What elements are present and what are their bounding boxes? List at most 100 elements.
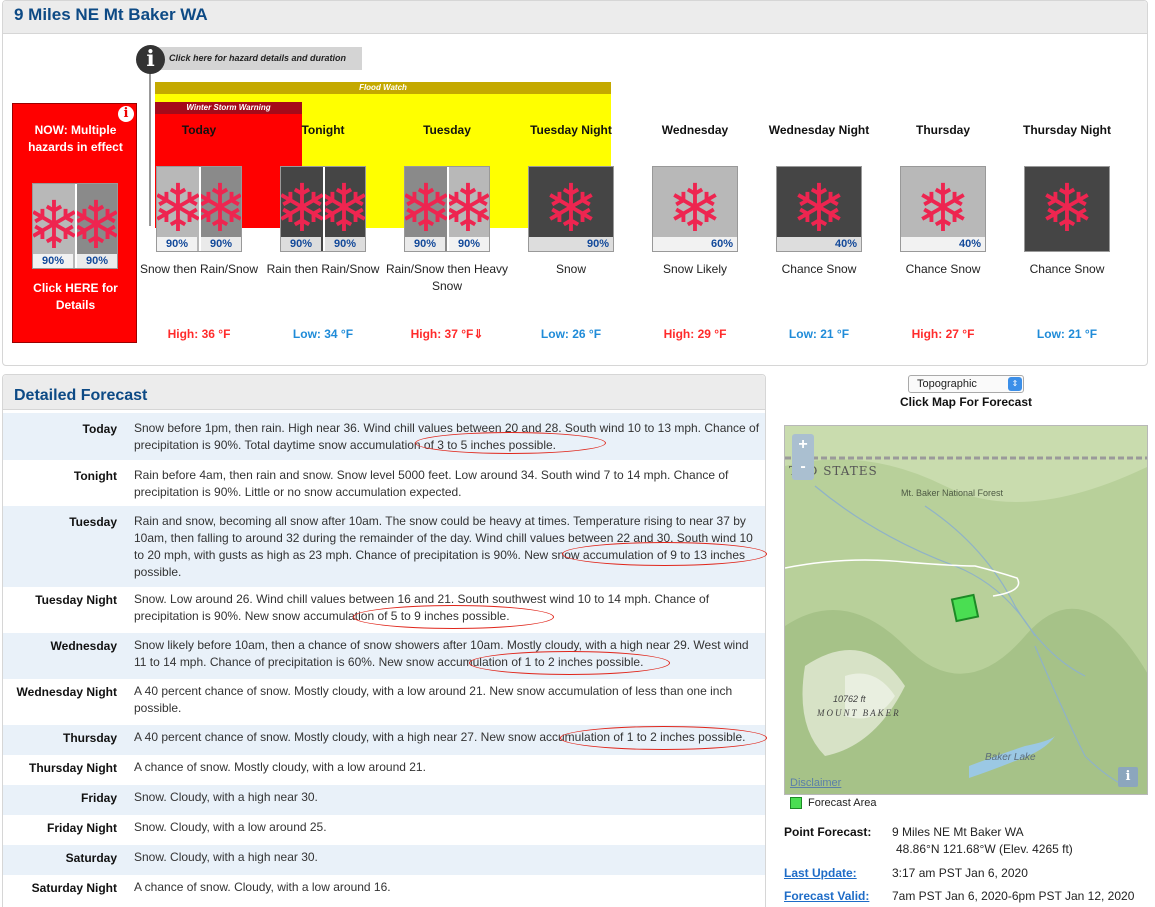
pop-left: 90% [281,237,321,251]
snow-likely-icon: ❄ 60% [652,166,738,252]
now-hazards-box[interactable]: i NOW: Multiple hazards in effect ❄ ❄ 90… [12,103,137,343]
map-disclaimer-link[interactable]: Disclaimer [790,777,841,789]
chance-snow-icon: ❄ 40% [900,166,986,252]
detailed-forecast-title: Detailed Forecast [14,387,148,404]
pop: 40% [777,237,861,251]
period-icon[interactable]: ❄ ❄ 90% 90% [280,166,366,252]
detail-row: Saturday Snow. Cloudy, with a high near … [3,845,765,875]
period-icon[interactable]: ❄ 60% [652,166,738,252]
pop-right: 90% [77,254,117,268]
period-icon[interactable]: ❄ ❄ 90% 90% [404,166,490,252]
info-icon[interactable]: i [1118,767,1138,787]
now-hazards-title[interactable]: NOW: Multiple hazards in effect [23,122,128,156]
detail-row: Today Snow before 1pm, then rain. High n… [3,413,765,460]
forecast-map[interactable]: TED STATES Mt. Baker National Forest 107… [784,425,1148,795]
chance-snow-icon: ❄ [1024,166,1110,252]
period-desc: Chance Snow [781,262,857,276]
period-name: Tuesday [423,123,471,137]
period-temp: Low: 21 °F [1036,327,1098,341]
info-icon[interactable]: i [136,45,165,74]
detail-label: Tuesday Night [35,593,117,607]
detail-text: A chance of snow. Cloudy, with a low aro… [134,880,391,894]
forecast-area-swatch [790,797,802,809]
period-temp: High: 36 °F [167,327,231,341]
map-zoom-control: + - [792,434,814,480]
forecast-valid-link[interactable]: Forecast Valid: [784,888,869,904]
pop: 40% [901,237,985,251]
map-terrain[interactable]: TED STATES Mt. Baker National Forest 107… [785,426,1148,795]
period-name: Wednesday Night [768,123,870,137]
period-temp: Low: 21 °F [788,327,850,341]
period-wednesday-night[interactable]: Wednesday Night ❄ 40% Chance Snow Low: 2… [757,0,881,345]
last-update-value: 3:17 am PST Jan 6, 2020 [892,866,1028,880]
map-caption: Click Map For Forecast [899,395,1033,409]
last-update-link[interactable]: Last Update: [784,865,857,881]
annotation-oval [560,726,767,750]
detail-row: Thursday Night A chance of snow. Mostly … [3,755,765,785]
detail-label: Friday Night [46,821,117,835]
forecast-area-marker[interactable] [950,593,980,623]
period-desc: Snow then Rain/Snow [139,262,259,276]
detail-text: A chance of snow. Mostly cloudy, with a … [134,760,426,774]
zoom-out-button[interactable]: - [792,456,814,478]
info-icon[interactable]: i [118,106,134,122]
map-layer-select[interactable]: Topographic ⇕ [908,375,1024,393]
period-icon[interactable]: ❄ 90% [528,166,614,252]
period-temp: Low: 26 °F [540,327,602,341]
period-name: Wednesday [661,123,729,137]
detailed-forecast-panel: Detailed Forecast Today Snow before 1pm,… [2,374,766,907]
detail-label: Wednesday Night [16,685,117,699]
forecast-area-legend: Forecast Area [808,797,877,809]
period-tuesday[interactable]: Tuesday ❄ ❄ 90% 90% Rain/Snow then Heavy… [385,0,509,345]
period-icon[interactable]: ❄ 40% [900,166,986,252]
period-thursday-night[interactable]: Thursday Night ❄ Chance Snow Low: 21 °F [1005,0,1129,345]
detail-label: Saturday [65,851,117,865]
period-name: Tuesday Night [530,123,612,137]
detail-label: Today [82,422,117,436]
point-forecast-coords: 48.86°N 121.68°W (Elev. 4265 ft) [896,842,1073,856]
period-wednesday[interactable]: Wednesday ❄ 60% Snow Likely High: 29 °F [633,0,757,345]
detail-label: Wednesday [50,639,117,653]
detail-label: Thursday [62,731,117,745]
period-tonight[interactable]: Tonight ❄ ❄ 90% 90% Rain then Rain/Snow … [261,0,385,345]
period-tuesday-night[interactable]: Tuesday Night ❄ 90% Snow Low: 26 °F [509,0,633,345]
period-name: Today [181,123,217,137]
detail-text: Snow. Cloudy, with a high near 30. [134,790,318,804]
pop-left: 90% [405,237,445,251]
annotation-oval [562,542,767,566]
period-desc: Rain then Rain/Snow [266,262,380,276]
now-weather-icon[interactable]: ❄ ❄ 90% 90% [32,183,118,269]
now-hazards-details-link[interactable]: Click HERE for Details [23,280,128,314]
pop-right: 90% [449,237,489,251]
detail-label: Thursday Night [28,761,117,775]
map-label-forest: Mt. Baker National Forest [901,488,1004,498]
pop: 60% [653,237,737,251]
map-label-peak-elev: 10762 ft [833,694,866,704]
period-thursday[interactable]: Thursday ❄ 40% Chance Snow High: 27 °F [881,0,1005,345]
detail-row: Saturday Night A chance of snow. Cloudy,… [3,875,765,905]
period-desc: Chance Snow [1029,262,1105,276]
period-icon[interactable]: ❄ 40% [776,166,862,252]
period-desc: Chance Snow [905,262,981,276]
point-forecast-location: 9 Miles NE Mt Baker WA [892,825,1024,839]
chevron-updown-icon: ⇕ [1008,377,1022,391]
period-icon[interactable]: ❄ ❄ 90% 90% [156,166,242,252]
zoom-in-button[interactable]: + [792,434,814,456]
period-name: Tonight [301,123,345,137]
rain-snow-then-heavy-snow-icon: ❄ ❄ 90% 90% [404,166,490,252]
map-label-lake: Baker Lake [985,752,1036,763]
detail-row: Tonight Rain before 4am, then rain and s… [3,460,765,506]
detail-label: Friday [80,791,117,805]
map-label-peak-name: MOUNT BAKER [816,708,901,718]
detail-text: Snow. Cloudy, with a high near 30. [134,850,318,864]
annotation-oval [353,605,554,629]
period-icon[interactable]: ❄ [1024,166,1110,252]
detail-label: Tuesday [69,515,117,529]
pop-left: 90% [33,254,73,268]
period-temp: High: 27 °F [911,327,975,341]
detail-label: Saturday Night [31,881,117,895]
detail-row: Friday Night Snow. Cloudy, with a low ar… [3,815,765,845]
period-temp: Low: 34 °F [292,327,354,341]
snow-then-rain-snow-icon: ❄ ❄ 90% 90% [32,183,118,269]
map-layer-value: Topographic [917,378,977,390]
